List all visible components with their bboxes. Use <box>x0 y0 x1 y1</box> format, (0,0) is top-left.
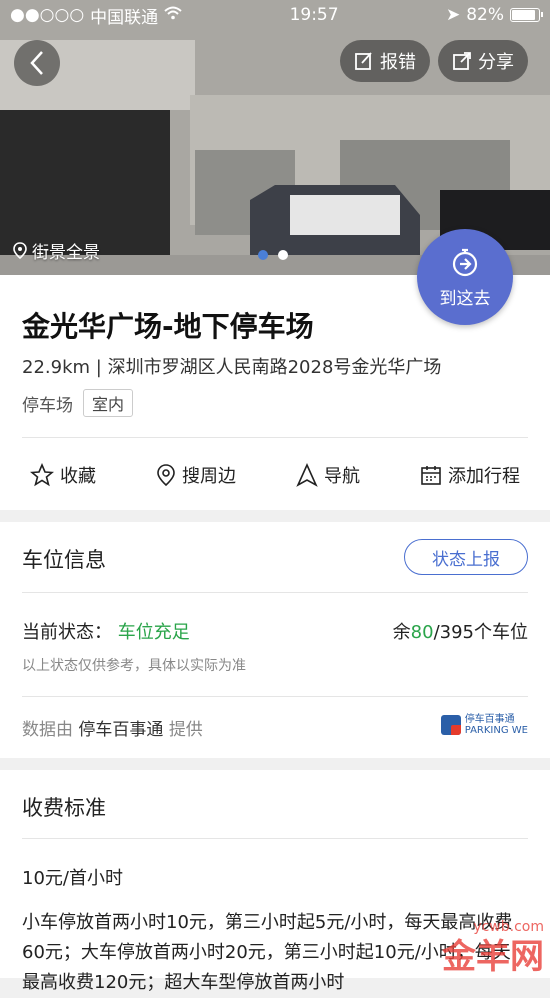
back-button[interactable] <box>14 40 60 86</box>
calendar-icon <box>421 466 441 485</box>
add-itinerary-button[interactable]: 添加行程 <box>420 462 520 488</box>
navigate-label: 导航 <box>324 466 360 487</box>
status-bar: ●●○○○ 中国联通 19:57 ➤ 82% <box>0 0 550 30</box>
street-view-label: 街景全景 <box>32 243 100 263</box>
divider <box>22 696 528 697</box>
data-provider: 数据由 停车百事通 提供 <box>22 715 203 740</box>
carrier-label: 中国联通 <box>90 7 159 28</box>
current-status-value: 车位充足 <box>117 622 190 643</box>
provider-name[interactable]: 停车百事通 <box>78 720 163 740</box>
parking-section-title: 车位信息 <box>22 548 106 572</box>
edit-icon <box>355 52 372 70</box>
status-disclaimer: 以上状态仅供参考，具体以实际为准 <box>22 658 246 674</box>
report-error-label: 报错 <box>380 52 416 73</box>
place-address-line: 22.9km | 深圳市罗湖区人民南路2028号金光华广场 <box>22 353 441 379</box>
go-here-button[interactable]: 到这去 <box>417 229 513 325</box>
divider <box>22 437 528 438</box>
search-nearby-label: 搜周边 <box>182 466 236 487</box>
provider-logo-en: PARKING WE <box>464 725 528 736</box>
action-bar: 收藏 搜周边 导航 添加行程 <box>0 440 550 510</box>
status-row: 当前状态： 车位充足 余80/395个车位 <box>22 618 528 644</box>
battery-percent: 82% <box>466 5 504 25</box>
share-button[interactable]: 分享 <box>438 40 528 82</box>
remaining-spaces: 余80/395个车位 <box>393 618 528 644</box>
parking-info-card: 车位信息 状态上报 当前状态： 车位充足 余80/395个车位 以上状态仅供参考… <box>0 522 550 758</box>
route-timer-icon <box>452 248 478 276</box>
report-status-button[interactable]: 状态上报 <box>404 539 528 575</box>
carousel-indicator <box>258 250 288 260</box>
category-label: 停车场 <box>22 395 73 416</box>
separator: | <box>95 357 102 378</box>
watermark: ycwb.com 金羊网 <box>442 912 544 974</box>
wifi-icon <box>164 5 182 25</box>
provider-logo-icon <box>440 715 461 735</box>
street-view-link[interactable]: 街景全景 <box>12 238 100 263</box>
place-tags: 停车场 室内 <box>22 389 134 417</box>
remaining-prefix: 余 <box>392 622 411 643</box>
favorite-label: 收藏 <box>60 466 96 487</box>
provider-logo-cn: 停车百事通 <box>464 714 515 725</box>
share-label: 分享 <box>478 52 514 73</box>
add-itinerary-label: 添加行程 <box>448 466 520 487</box>
fee-first-hour: 10元/首小时 <box>22 868 123 889</box>
navigate-icon <box>296 463 318 487</box>
carousel-dot <box>278 250 288 260</box>
pin-icon <box>13 241 27 259</box>
remaining-suffix: /395个车位 <box>433 622 528 643</box>
report-error-button[interactable]: 报错 <box>340 40 430 82</box>
current-status-label: 当前状态： <box>22 622 112 643</box>
favorite-button[interactable]: 收藏 <box>30 462 96 488</box>
star-icon <box>30 463 54 487</box>
go-here-label: 到这去 <box>439 288 491 309</box>
watermark-text: 金羊网 <box>442 937 544 977</box>
remaining-count: 80 <box>410 622 434 643</box>
location-icon <box>157 464 175 487</box>
share-icon <box>453 52 471 70</box>
location-arrow-icon: ➤ <box>445 5 461 25</box>
battery-icon <box>510 8 543 22</box>
search-nearby-button[interactable]: 搜周边 <box>156 462 236 488</box>
distance: 22.9km <box>22 357 91 378</box>
address: 深圳市罗湖区人民南路2028号金光华广场 <box>107 357 442 378</box>
indoor-tag: 室内 <box>83 389 134 417</box>
current-status: 当前状态： 车位充足 <box>22 618 190 644</box>
fee-section-title: 收费标准 <box>22 796 106 820</box>
clock: 19:57 <box>289 5 339 25</box>
place-title: 金光华广场-地下停车场 <box>22 310 314 343</box>
provider-suffix: 提供 <box>168 720 203 740</box>
navigate-button[interactable]: 导航 <box>296 462 360 488</box>
divider <box>22 838 528 839</box>
signal-icon: ●●○○○ <box>10 5 85 25</box>
provider-logo: 停车百事通 PARKING WE <box>440 714 528 736</box>
carousel-dot <box>258 250 268 260</box>
chevron-left-icon <box>30 51 43 75</box>
provider-prefix: 数据由 <box>22 720 73 740</box>
provider-logo-text: 停车百事通 PARKING WE <box>465 714 528 736</box>
divider <box>22 592 528 593</box>
